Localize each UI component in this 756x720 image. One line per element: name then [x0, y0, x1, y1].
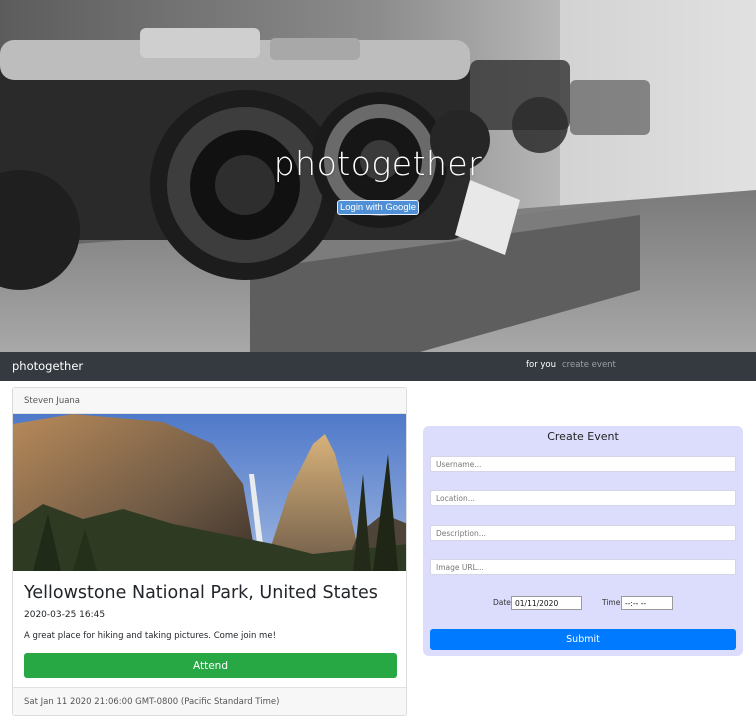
time-label: Time [602, 598, 621, 607]
event-author: Steven Juana [13, 388, 406, 414]
event-datetime: 2020-03-25 16:45 [24, 610, 106, 620]
event-created-timestamp: Sat Jan 11 2020 21:06:00 GMT-0800 (Pacif… [13, 687, 406, 715]
nav-link-for-you[interactable]: for you [526, 360, 556, 370]
create-event-form: Create Event Date Time Submit [423, 426, 743, 656]
hero-banner: photogether Login with Google [0, 0, 756, 352]
image-url-input[interactable] [430, 559, 736, 575]
description-input[interactable] [430, 525, 736, 541]
login-with-google-button[interactable]: Login with Google [337, 200, 419, 215]
date-label: Date [493, 598, 511, 607]
top-navbar: photogether for you create event [0, 352, 756, 381]
navbar-brand[interactable]: photogether [12, 359, 83, 373]
username-input[interactable] [430, 456, 736, 472]
attend-button[interactable]: Attend [24, 653, 397, 678]
event-image [13, 414, 406, 571]
nav-link-create-event[interactable]: create event [562, 360, 616, 370]
time-input[interactable] [621, 596, 673, 610]
location-input[interactable] [430, 490, 736, 506]
event-description: A great place for hiking and taking pict… [24, 631, 276, 641]
hero-title: photogether [273, 144, 483, 183]
date-input[interactable] [511, 596, 582, 610]
event-title: Yellowstone National Park, United States [24, 583, 378, 603]
create-event-title: Create Event [547, 430, 619, 443]
submit-button[interactable]: Submit [430, 629, 736, 650]
event-card: Steven Juana Yellowstone National Park, … [12, 387, 407, 716]
